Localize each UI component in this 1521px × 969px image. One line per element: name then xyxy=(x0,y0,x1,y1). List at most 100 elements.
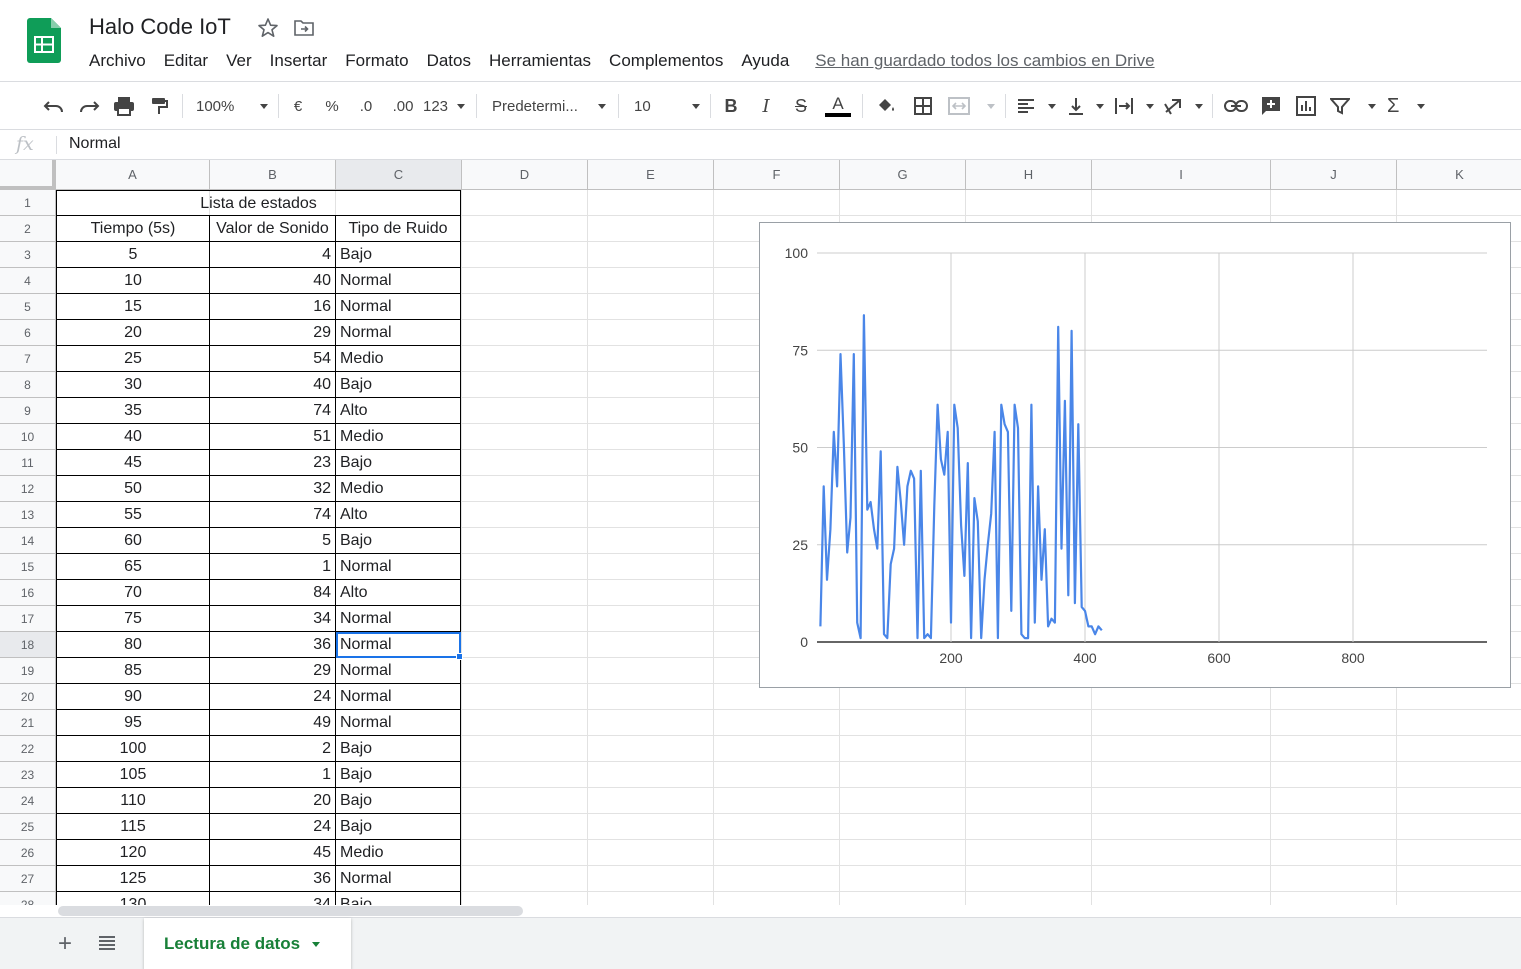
row-header-12[interactable]: 12 xyxy=(0,476,56,502)
column-header-f[interactable]: F xyxy=(714,160,840,190)
column-header-c[interactable]: C xyxy=(336,160,462,190)
cell-valor[interactable]: 1 xyxy=(210,762,336,788)
cell-tiempo[interactable]: 5 xyxy=(56,242,210,268)
cell-tipo[interactable]: Normal xyxy=(336,320,461,346)
column-header-h[interactable]: H xyxy=(966,160,1092,190)
cell-tiempo[interactable]: 95 xyxy=(56,710,210,736)
row-header-17[interactable]: 17 xyxy=(0,606,56,632)
cell-tiempo[interactable]: 35 xyxy=(56,398,210,424)
cell-valor[interactable]: 2 xyxy=(210,736,336,762)
cell-tipo[interactable]: Alto xyxy=(336,398,461,424)
row-header-2[interactable]: 2 xyxy=(0,216,56,242)
add-sheet-button[interactable]: + xyxy=(58,930,72,958)
cell-tipo[interactable]: Bajo xyxy=(336,788,461,814)
row-header-14[interactable]: 14 xyxy=(0,528,56,554)
row-header-20[interactable]: 20 xyxy=(0,684,56,710)
cell-valor[interactable]: 16 xyxy=(210,294,336,320)
cell-tiempo[interactable]: 75 xyxy=(56,606,210,632)
menu-datos[interactable]: Datos xyxy=(418,49,480,73)
cell-tiempo[interactable]: 10 xyxy=(56,268,210,294)
move-to-folder-icon[interactable] xyxy=(293,18,315,38)
cell-tipo[interactable]: Normal xyxy=(336,554,461,580)
cell-valor[interactable]: 24 xyxy=(210,684,336,710)
cell-valor[interactable]: 36 xyxy=(210,632,336,658)
cell-tipo[interactable]: Normal xyxy=(336,606,461,632)
column-header-d[interactable]: D xyxy=(462,160,588,190)
percent-format-button[interactable]: % xyxy=(322,92,342,120)
cell-tiempo[interactable]: 50 xyxy=(56,476,210,502)
formula-input[interactable]: Normal xyxy=(69,135,121,153)
paint-format-icon[interactable] xyxy=(145,92,173,120)
cell-tiempo[interactable]: 120 xyxy=(56,840,210,866)
cell-valor[interactable]: 5 xyxy=(210,528,336,554)
row-header-3[interactable]: 3 xyxy=(0,242,56,268)
cell-tipo[interactable]: Bajo xyxy=(336,372,461,398)
cell-tiempo[interactable]: 130 xyxy=(56,892,210,905)
row-header-22[interactable]: 22 xyxy=(0,736,56,762)
cell-tiempo[interactable]: 105 xyxy=(56,762,210,788)
cell-valor[interactable]: 40 xyxy=(210,372,336,398)
sheet-grid[interactable]: ABCDEFGHIJK 1 2 3 4 5 6 7 8 9 10 11 12 13 14 15 16 17 18 1… xyxy=(0,160,1521,905)
borders-icon[interactable] xyxy=(910,92,936,120)
cell-tipo[interactable]: Bajo xyxy=(336,814,461,840)
column-header-k[interactable]: K xyxy=(1397,160,1521,190)
column-header-e[interactable]: E xyxy=(588,160,714,190)
cell-tipo[interactable]: Bajo xyxy=(336,736,461,762)
cell-tipo[interactable]: Bajo xyxy=(336,450,461,476)
cell-tipo[interactable]: Alto xyxy=(336,580,461,606)
menu-herramientas[interactable]: Herramientas xyxy=(480,49,600,73)
cell-tipo[interactable]: Bajo xyxy=(336,528,461,554)
cell-tiempo[interactable]: 90 xyxy=(56,684,210,710)
cell-tiempo[interactable]: 20 xyxy=(56,320,210,346)
cell-tiempo[interactable]: 70 xyxy=(56,580,210,606)
menu-ver[interactable]: Ver xyxy=(217,49,261,73)
cell-valor[interactable]: 29 xyxy=(210,320,336,346)
document-title[interactable]: Halo Code IoT xyxy=(89,14,231,40)
cell-valor[interactable]: 49 xyxy=(210,710,336,736)
column-header-a[interactable]: A xyxy=(56,160,210,190)
row-header-5[interactable]: 5 xyxy=(0,294,56,320)
merge-cells-icon[interactable] xyxy=(947,92,995,120)
column-header-g[interactable]: G xyxy=(840,160,966,190)
cell-tipo[interactable]: Alto xyxy=(336,502,461,528)
row-header-11[interactable]: 11 xyxy=(0,450,56,476)
cell-tipo[interactable]: Medio xyxy=(336,476,461,502)
cell-tipo[interactable]: Normal xyxy=(336,866,461,892)
row-header-6[interactable]: 6 xyxy=(0,320,56,346)
row-header-21[interactable]: 21 xyxy=(0,710,56,736)
cell-tipo[interactable]: Normal xyxy=(336,294,461,320)
undo-icon[interactable] xyxy=(40,92,68,120)
cell-valor[interactable]: 54 xyxy=(210,346,336,372)
horizontal-scrollbar[interactable] xyxy=(58,906,523,916)
cell-tipo[interactable]: Normal xyxy=(336,268,461,294)
row-header-8[interactable]: 8 xyxy=(0,372,56,398)
row-header-28[interactable]: 28 xyxy=(0,892,56,905)
functions-button[interactable]: Σ xyxy=(1387,92,1425,120)
row-header-13[interactable]: 13 xyxy=(0,502,56,528)
cell-valor[interactable]: 51 xyxy=(210,424,336,450)
row-header-25[interactable]: 25 xyxy=(0,814,56,840)
star-icon[interactable] xyxy=(256,16,280,40)
cell-valor[interactable]: 34 xyxy=(210,892,336,905)
row-header-7[interactable]: 7 xyxy=(0,346,56,372)
increase-decimal-button[interactable]: .00 xyxy=(388,92,418,120)
save-status-link[interactable]: Se han guardado todos los cambios en Dri… xyxy=(815,51,1154,71)
italic-button[interactable]: I xyxy=(755,92,777,120)
cell-tipo[interactable]: Normal xyxy=(336,684,461,710)
cell-tiempo[interactable]: 110 xyxy=(56,788,210,814)
cell-valor[interactable]: 40 xyxy=(210,268,336,294)
zoom-select[interactable]: 100% xyxy=(196,92,268,120)
header-cell-tiempo[interactable]: Tiempo (5s) xyxy=(56,216,210,242)
cell-tiempo[interactable]: 15 xyxy=(56,294,210,320)
cell-valor[interactable]: 4 xyxy=(210,242,336,268)
text-rotation-icon[interactable] xyxy=(1163,92,1203,120)
row-header-24[interactable]: 24 xyxy=(0,788,56,814)
chevron-down-icon[interactable] xyxy=(312,941,321,947)
cell-tipo[interactable]: Bajo xyxy=(336,242,461,268)
line-chart[interactable]: 0 25 50 75 100 200 400 600 800 xyxy=(759,222,1511,688)
cell-tiempo[interactable]: 80 xyxy=(56,632,210,658)
cell-tipo[interactable]: Bajo xyxy=(336,762,461,788)
cell-tipo[interactable]: Normal xyxy=(336,658,461,684)
cell-tiempo[interactable]: 65 xyxy=(56,554,210,580)
sheets-logo-icon[interactable] xyxy=(27,18,61,63)
